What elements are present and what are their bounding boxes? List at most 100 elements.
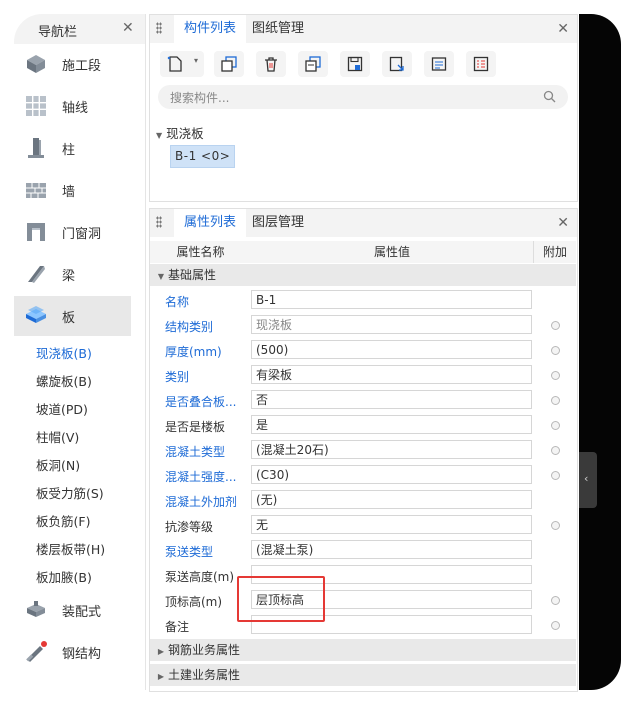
- duplicate-icon: [305, 56, 321, 72]
- nav-item-beam[interactable]: 梁: [14, 254, 131, 294]
- tree-node-cast-slab[interactable]: ▼ 现浇板: [156, 123, 204, 142]
- component-list-panel: 构件列表 图纸管理 ✕ ▾ 搜索构件... ▼ 现浇板 B-1 <0>: [149, 14, 578, 202]
- sub-item-column-cap[interactable]: 柱帽(V): [36, 427, 79, 446]
- copy-button[interactable]: [214, 51, 244, 77]
- group-basic-properties[interactable]: ▼ 基础属性: [150, 264, 576, 286]
- property-value-input[interactable]: 无: [251, 515, 532, 534]
- drag-handle-icon[interactable]: [156, 22, 162, 34]
- caret-right-icon: ▶: [157, 647, 165, 656]
- nav-item-prefab[interactable]: 装配式: [14, 590, 131, 630]
- collapse-panel-tab[interactable]: ‹: [579, 452, 597, 508]
- nav-item-axis[interactable]: 轴线: [14, 86, 131, 126]
- extra-checkbox[interactable]: [551, 471, 560, 480]
- property-value-input[interactable]: B-1: [251, 290, 532, 309]
- nav-item-construction-section[interactable]: 施工段: [14, 44, 131, 84]
- property-name: 顶标高(m): [165, 595, 223, 609]
- tab-drawing-management[interactable]: 图纸管理: [252, 15, 304, 43]
- property-value-input[interactable]: (500): [251, 340, 532, 359]
- property-value-input[interactable]: (C30): [251, 465, 532, 484]
- property-value-input[interactable]: (无): [251, 490, 532, 509]
- group-civil-properties[interactable]: ▶ 土建业务属性: [150, 664, 576, 686]
- property-value-input[interactable]: 否: [251, 390, 532, 409]
- component-search-input[interactable]: 搜索构件...: [158, 85, 568, 109]
- extra-checkbox[interactable]: [551, 596, 560, 605]
- nav-item-label: 墙: [62, 185, 76, 200]
- tab-component-list[interactable]: 构件列表: [174, 15, 247, 43]
- column-header-name: 属性名称: [150, 241, 252, 263]
- property-name: 是否叠合板...: [165, 395, 237, 409]
- door-window-icon: [27, 223, 45, 241]
- extra-checkbox[interactable]: [551, 446, 560, 455]
- close-icon[interactable]: ✕: [122, 20, 134, 36]
- property-name: 备注: [165, 620, 190, 634]
- sub-item-cast-slab[interactable]: 现浇板(B): [36, 343, 92, 362]
- property-value-input[interactable]: 有梁板: [251, 365, 532, 384]
- new-component-button[interactable]: ▾: [160, 51, 204, 77]
- property-row: 泵送类型 (混凝土泵): [150, 538, 576, 563]
- settings-list-button[interactable]: [466, 51, 496, 77]
- group-rebar-properties[interactable]: ▶ 钢筋业务属性: [150, 639, 576, 661]
- save-button[interactable]: [340, 51, 370, 77]
- nav-item-label: 施工段: [62, 59, 102, 74]
- close-icon[interactable]: ✕: [557, 215, 569, 231]
- column-header-extra: 附加: [534, 241, 576, 263]
- sub-item-spiral-slab[interactable]: 螺旋板(B): [36, 371, 92, 390]
- property-value-input[interactable]: (混凝土20石): [251, 440, 532, 459]
- property-panel-header: 属性列表 图层管理 ✕: [150, 209, 577, 237]
- slab-icon: [26, 306, 46, 323]
- tab-layer-management[interactable]: 图层管理: [252, 209, 304, 237]
- sub-item-slab-negative-rebar[interactable]: 板负筋(F): [36, 511, 90, 530]
- nav-item-label: 板: [62, 311, 76, 326]
- nav-item-label: 梁: [62, 269, 76, 284]
- property-name: 是否是楼板: [165, 420, 226, 434]
- tab-property-list[interactable]: 属性列表: [174, 209, 247, 237]
- nav-item-slab[interactable]: 板: [14, 296, 131, 336]
- duplicate-button[interactable]: [298, 51, 328, 77]
- property-row: 顶标高(m) 层顶标高: [150, 588, 576, 613]
- new-file-icon: [167, 56, 182, 72]
- search-icon[interactable]: [543, 90, 556, 103]
- extra-checkbox[interactable]: [551, 621, 560, 630]
- grid-axis-icon: [26, 96, 46, 116]
- caret-down-icon: ▼: [157, 272, 165, 281]
- extra-checkbox[interactable]: [551, 321, 560, 330]
- checklist-icon: [473, 56, 489, 72]
- extra-checkbox[interactable]: [551, 421, 560, 430]
- column-icon: [28, 138, 44, 158]
- sub-item-floor-slab-strip[interactable]: 楼层板带(H): [36, 539, 105, 558]
- sub-item-slab-haunch[interactable]: 板加腋(B): [36, 567, 92, 586]
- search-placeholder: 搜索构件...: [170, 91, 230, 105]
- chevron-down-icon: ▾: [194, 56, 199, 65]
- property-value-input[interactable]: (混凝土泵): [251, 540, 532, 559]
- sub-item-slab-hole[interactable]: 板洞(N): [36, 455, 80, 474]
- extra-checkbox[interactable]: [551, 371, 560, 380]
- extra-checkbox[interactable]: [551, 521, 560, 530]
- drag-handle-icon[interactable]: [156, 216, 162, 228]
- export-button[interactable]: [382, 51, 412, 77]
- properties-button[interactable]: [424, 51, 454, 77]
- group-label: 基础属性: [168, 268, 217, 282]
- nav-item-column[interactable]: 柱: [14, 128, 131, 168]
- nav-item-door-window[interactable]: 门窗洞: [14, 212, 131, 252]
- nav-item-label: 装配式: [62, 605, 102, 620]
- property-value-input[interactable]: 是: [251, 415, 532, 434]
- caret-right-icon: ▶: [157, 672, 165, 681]
- property-name: 结构类别: [165, 320, 214, 334]
- extra-checkbox[interactable]: [551, 346, 560, 355]
- sub-item-slab-main-rebar[interactable]: 板受力筋(S): [36, 483, 104, 502]
- property-row: 泵送高度(m): [150, 563, 576, 588]
- property-row: 混凝土类型 (混凝土20石): [150, 438, 576, 463]
- column-header-value: 属性值: [251, 241, 534, 263]
- nav-item-label: 柱: [62, 143, 76, 158]
- delete-button[interactable]: [256, 51, 286, 77]
- close-icon[interactable]: ✕: [557, 21, 569, 37]
- sub-item-ramp[interactable]: 坡道(PD): [36, 399, 88, 418]
- nav-item-label: 门窗洞: [62, 227, 102, 242]
- nav-item-steel-structure[interactable]: 钢结构: [14, 632, 131, 672]
- copy-icon: [221, 56, 237, 72]
- property-name: 混凝土外加剂: [165, 495, 238, 509]
- component-item-b1[interactable]: B-1 <0>: [170, 145, 236, 168]
- nav-item-label: 轴线: [62, 101, 89, 116]
- extra-checkbox[interactable]: [551, 396, 560, 405]
- nav-item-wall[interactable]: 墙: [14, 170, 131, 210]
